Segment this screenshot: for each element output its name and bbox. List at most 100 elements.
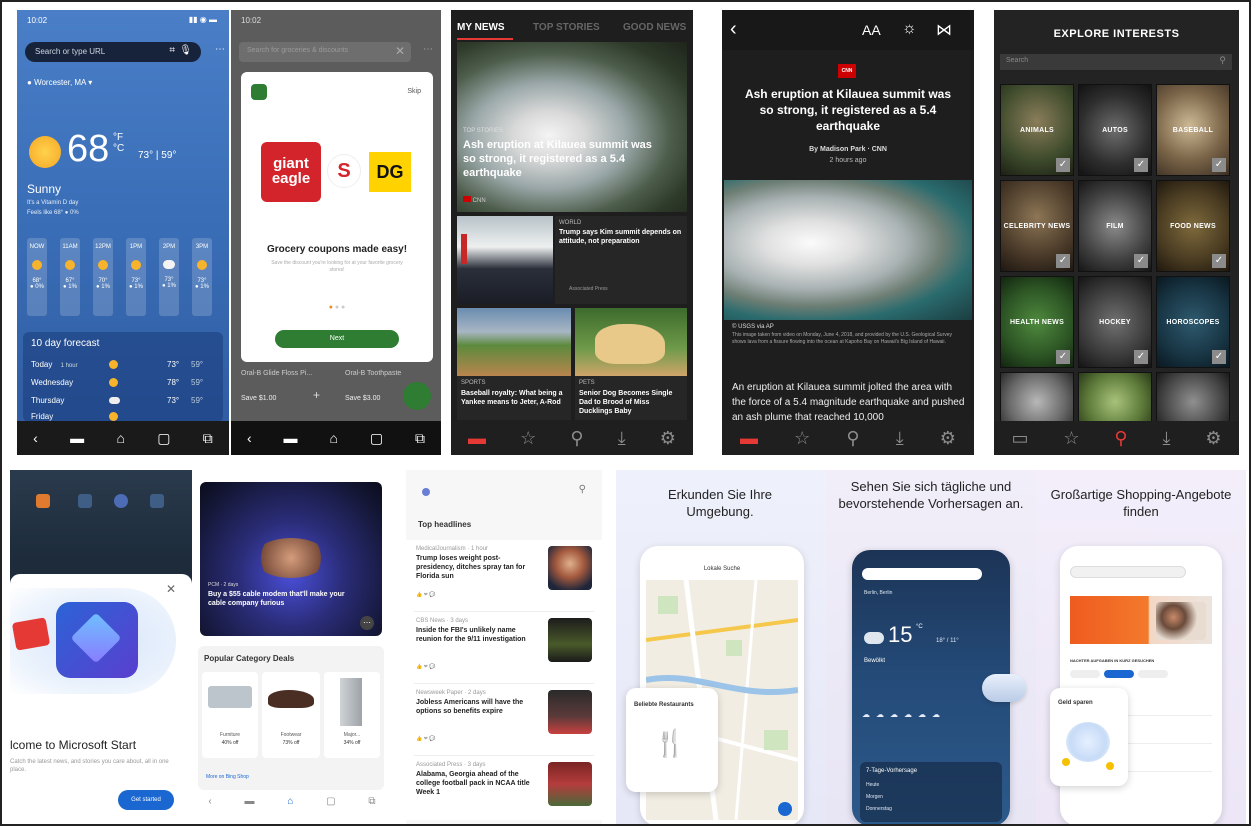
download-icon[interactable]: ⤓ (896, 428, 904, 449)
brightness-icon[interactable]: ☼ (902, 20, 917, 38)
card-pets[interactable]: PETS Senior Dog Becomes Single Dad to Br… (575, 376, 687, 420)
share-icon[interactable]: ⧉ (368, 796, 375, 816)
tabs-icon[interactable]: ▢ (326, 796, 335, 816)
check-icon[interactable]: ✓ (1056, 158, 1070, 172)
download-icon[interactable]: ⤓ (1163, 428, 1171, 449)
deal-tile[interactable]: Furniture 40% off (202, 672, 258, 758)
tab-good-news[interactable]: GOOD NEWS (623, 22, 686, 33)
star-icon[interactable]: ☆ (1063, 428, 1079, 449)
share-icon[interactable]: ⧉ (203, 430, 213, 447)
interest-tile[interactable]: AUTOS ✓ (1078, 84, 1152, 176)
fab-bag-icon[interactable] (403, 382, 431, 410)
interest-tile[interactable] (1078, 372, 1152, 422)
news-icon[interactable]: ▬ (70, 430, 84, 446)
interest-tile[interactable]: HEALTH NEWS ✓ (1000, 276, 1074, 368)
star-icon[interactable]: ☆ (520, 428, 536, 449)
more-link[interactable]: More on Bing Shop (206, 774, 249, 780)
chip[interactable] (1104, 670, 1134, 678)
gear-icon[interactable]: ⚙ (660, 428, 676, 449)
tab-my-news[interactable]: MY NEWS (457, 22, 505, 33)
home-icon[interactable]: ⌂ (116, 430, 124, 446)
chip[interactable] (1138, 670, 1168, 678)
back-icon[interactable]: ‹ (247, 430, 252, 446)
skip-button[interactable]: Skip (407, 88, 421, 95)
forecast-card[interactable]: 10 day forecast Today 1 hour 73° 59° Wed… (23, 332, 223, 422)
chip[interactable] (1070, 670, 1100, 678)
scan-icon[interactable]: ⌗ (169, 45, 175, 56)
back-icon[interactable]: ‹ (33, 430, 38, 446)
news-tab-icon[interactable]: ▬ (468, 428, 486, 449)
hero-image[interactable]: PCM · 2 days Buy a $55 cable modem that'… (200, 482, 382, 636)
interest-tile[interactable]: FOOD NEWS ✓ (1156, 180, 1230, 272)
star-icon[interactable]: ☆ (794, 428, 810, 449)
check-icon[interactable]: ✓ (1212, 254, 1226, 268)
check-icon[interactable]: ✓ (1056, 350, 1070, 364)
back-icon[interactable]: ‹ (208, 796, 211, 816)
add-icon[interactable]: + (313, 388, 320, 402)
savings-card[interactable]: Geld sparen (1050, 688, 1128, 786)
check-icon[interactable]: ✓ (1134, 350, 1148, 364)
forecast-card[interactable]: 7-Tage-Vorhersage Heute Morgen Donnersta… (860, 762, 1002, 822)
close-icon[interactable]: ✕ (166, 582, 176, 596)
search-bar[interactable] (1070, 566, 1186, 578)
deal-tile[interactable]: Footwear 73% off (262, 672, 320, 758)
gear-icon[interactable]: ⚙ (940, 428, 956, 449)
interest-tile[interactable]: ANIMALS ✓ (1000, 84, 1074, 176)
card-sports[interactable]: SPORTS Baseball royalty: What being a Ya… (457, 376, 571, 420)
news-tab-icon[interactable]: ▬ (740, 428, 758, 449)
interest-tile[interactable]: CELEBRITY NEWS ✓ (1000, 180, 1074, 272)
more-icon[interactable]: ⋯ (215, 44, 225, 55)
share-icon[interactable]: ⧉ (415, 430, 425, 447)
interest-tile[interactable]: HOCKEY ✓ (1078, 276, 1152, 368)
news-icon[interactable]: ▬ (245, 796, 255, 816)
hero-headline[interactable]: Ash eruption at Kilauea summit was so st… (463, 138, 659, 180)
interest-tile[interactable] (1156, 372, 1230, 422)
mic-icon[interactable]: 🎙 (179, 45, 192, 56)
search-icon[interactable]: ⚲ (1219, 55, 1226, 66)
list-item[interactable]: CBS News · 3 days Inside the FBI's unlik… (414, 612, 594, 684)
promo-banner[interactable] (1070, 596, 1212, 644)
interest-tile[interactable]: HOROSCOPES ✓ (1156, 276, 1230, 368)
home-icon[interactable]: ⌂ (287, 796, 293, 816)
list-item[interactable]: MedicalJournalism · 1 hour Trump loses w… (414, 540, 594, 612)
search-bar[interactable] (862, 568, 982, 580)
hero-image[interactable] (457, 42, 687, 212)
search-icon[interactable]: ⚲ (846, 428, 859, 449)
explore-search[interactable]: Search ⚲ (1000, 54, 1232, 70)
article-image[interactable] (724, 180, 972, 320)
share-icon[interactable]: ⋈ (936, 20, 952, 40)
search-icon[interactable]: ⚲ (570, 428, 583, 449)
next-button[interactable]: Next (275, 330, 399, 348)
tabs-icon[interactable]: ▢ (370, 430, 383, 447)
sports-thumb[interactable] (457, 308, 571, 376)
news-tab-icon[interactable]: ▭ (1011, 428, 1028, 449)
deal-tile[interactable]: Major... 34% off (324, 672, 380, 758)
check-icon[interactable]: ✓ (1212, 158, 1226, 172)
tab-top-stories[interactable]: TOP STORIES (533, 22, 600, 33)
more-icon[interactable]: ⋯ (423, 44, 433, 55)
close-icon[interactable]: ✕ (395, 44, 405, 58)
pets-thumb[interactable] (575, 308, 687, 376)
interest-tile[interactable] (1000, 372, 1074, 422)
search-icon[interactable]: ⚲ (1114, 428, 1127, 449)
check-icon[interactable]: ✓ (1056, 254, 1070, 268)
text-size-button[interactable]: AA (862, 22, 881, 38)
address-bar[interactable]: Search or type URL ⌗ 🎙 (25, 42, 201, 62)
list-item[interactable]: Newsweek Paper · 2 days Jobless American… (414, 684, 594, 756)
home-icon[interactable]: ⌂ (329, 430, 337, 446)
temp-units[interactable]: °F °C (113, 132, 124, 154)
get-started-button[interactable]: Get started (118, 790, 174, 810)
check-icon[interactable]: ✓ (1134, 254, 1148, 268)
chevron-down-icon[interactable]: ▾ (88, 78, 92, 87)
restaurants-card[interactable]: Beliebte Restaurants 🍴 (626, 688, 718, 792)
back-icon[interactable]: ‹ (730, 18, 737, 41)
tabs-icon[interactable]: ▢ (157, 430, 170, 447)
card-world[interactable]: WORLD Trump says Kim summit depends on a… (555, 216, 687, 304)
search-icon[interactable]: ⚲ (579, 484, 586, 495)
interest-tile[interactable]: BASEBALL ✓ (1156, 84, 1230, 176)
gear-icon[interactable]: ⚙ (1205, 428, 1221, 449)
interest-tile[interactable]: FILM ✓ (1078, 180, 1152, 272)
download-icon[interactable]: ⤓ (618, 428, 626, 449)
world-thumb[interactable] (457, 216, 553, 304)
news-icon[interactable]: ▬ (284, 430, 298, 446)
